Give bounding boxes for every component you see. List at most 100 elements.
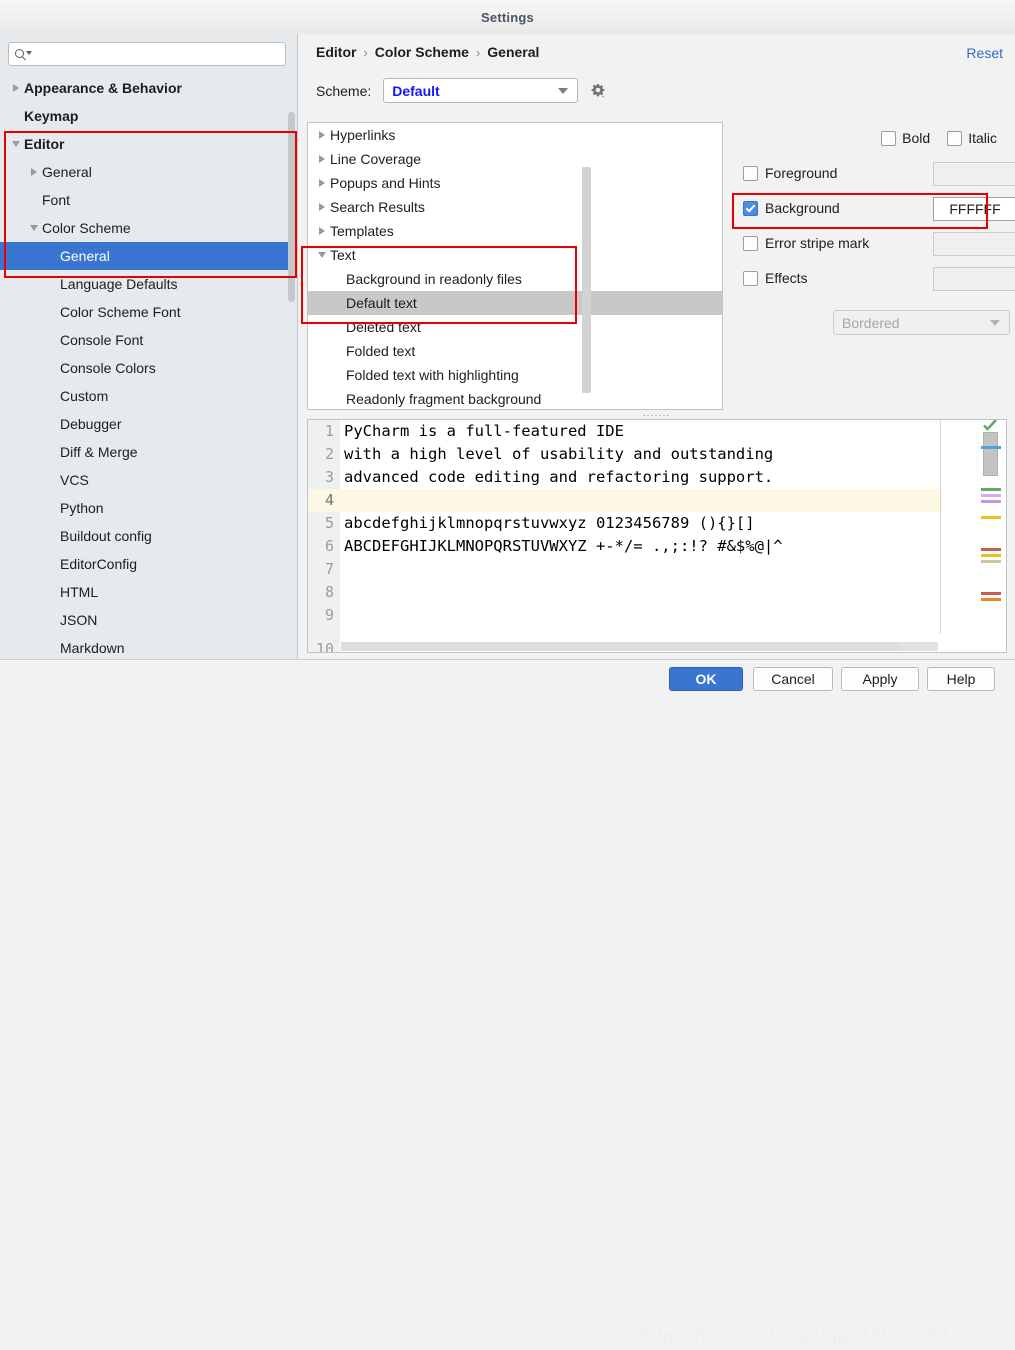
error-stripe-mark[interactable] — [981, 494, 1001, 497]
tree-twisty[interactable] — [314, 131, 330, 139]
attributes-scrollbar[interactable] — [582, 167, 592, 439]
tree-twisty[interactable] — [26, 168, 42, 176]
reset-link[interactable]: Reset — [966, 45, 1003, 61]
tree-twisty[interactable] — [8, 141, 24, 147]
sidebar-scrollbar-thumb[interactable] — [288, 112, 295, 302]
chevron-right-icon[interactable] — [319, 131, 325, 139]
tree-twisty[interactable] — [314, 179, 330, 187]
chevron-right-icon[interactable] — [319, 155, 325, 163]
attribute-row[interactable]: Default text — [308, 291, 722, 315]
effects-color-swatch[interactable] — [933, 267, 1015, 291]
editor-line[interactable]: 6 ABCDEFGHIJKLMNOPQRSTUVWXYZ +-*/= .,;:!?… — [308, 535, 942, 558]
attribute-row[interactable]: Folded text with highlighting — [308, 363, 722, 387]
help-button[interactable]: Help — [927, 667, 995, 691]
sidebar-item-general[interactable]: General — [0, 242, 296, 270]
sidebar-item-html[interactable]: HTML — [0, 578, 296, 606]
attribute-row[interactable]: Readonly fragment background — [308, 387, 722, 409]
tree-twisty[interactable] — [314, 155, 330, 163]
chevron-right-icon[interactable] — [319, 203, 325, 211]
error-stripe-mark[interactable] — [981, 560, 1001, 563]
error-stripe-mark[interactable] — [981, 548, 1001, 551]
chevron-right-icon[interactable] — [31, 168, 37, 176]
attribute-row[interactable]: Search Results — [308, 195, 722, 219]
editor-line[interactable]: 5 abcdefghijklmnopqrstuvwxyz 0123456789 (… — [308, 512, 942, 535]
editor-line[interactable]: 3 advanced code editing and refactoring s… — [308, 466, 942, 489]
error-stripe-mark[interactable] — [981, 516, 1001, 519]
editor-line[interactable]: 9 — [308, 604, 942, 627]
color-attributes-tree[interactable]: Hyperlinks Line Coverage Popups and Hints S… — [308, 123, 722, 409]
error-stripe-mark[interactable] — [981, 592, 1001, 595]
editor-line[interactable]: 1 PyCharm is a full-featured IDE — [308, 420, 942, 443]
sidebar-item-console-font[interactable]: Console Font — [0, 326, 296, 354]
sidebar-item-custom[interactable]: Custom — [0, 382, 296, 410]
error-stripe-mark[interactable] — [981, 446, 1001, 449]
editor-line[interactable]: 2 with a high level of usability and outs… — [308, 443, 942, 466]
attribute-row[interactable]: Line Coverage — [308, 147, 722, 171]
background-color-swatch[interactable]: FFFFFF — [933, 197, 1015, 221]
attribute-row[interactable]: Text — [308, 243, 722, 267]
sidebar-item-python[interactable]: Python — [0, 494, 296, 522]
sidebar-item-appearance-behavior[interactable]: Appearance & Behavior — [0, 74, 296, 102]
editor-line[interactable]: 8 — [308, 581, 942, 604]
tree-twisty[interactable] — [26, 225, 42, 231]
editor-line[interactable]: 4 — [308, 489, 942, 512]
attribute-row[interactable]: Folded text — [308, 339, 722, 363]
tree-twisty[interactable] — [8, 84, 24, 92]
sidebar-item-json[interactable]: JSON — [0, 606, 296, 634]
effects-checkbox[interactable] — [743, 270, 758, 286]
sidebar-item-color-scheme[interactable]: Color Scheme — [0, 214, 296, 242]
preview-splitter[interactable] — [307, 412, 1005, 419]
sidebar-item-language-defaults[interactable]: Language Defaults — [0, 270, 296, 298]
attribute-row[interactable]: Deleted text — [308, 315, 722, 339]
editor-scrollbar-thumb[interactable] — [983, 432, 998, 476]
error-stripe-mark[interactable] — [981, 598, 1001, 601]
chevron-down-icon[interactable] — [318, 252, 326, 258]
search-input[interactable] — [8, 42, 286, 66]
sidebar-item-editor[interactable]: Editor — [0, 130, 296, 158]
sidebar-item-debugger[interactable]: Debugger — [0, 410, 296, 438]
error-stripe-mark-color-swatch[interactable] — [933, 232, 1015, 256]
editor-line[interactable]: 7 — [308, 558, 942, 581]
attribute-row[interactable]: Popups and Hints — [308, 171, 722, 195]
sidebar-item-keymap[interactable]: Keymap — [0, 102, 296, 130]
tree-twisty[interactable] — [314, 227, 330, 235]
editor-horizontal-scrollbar[interactable] — [341, 642, 938, 651]
chevron-down-icon[interactable] — [12, 141, 20, 147]
chevron-down-icon[interactable] — [30, 225, 38, 231]
settings-category-tree[interactable]: Appearance & Behavior Keymap Editor General… — [0, 74, 296, 659]
error-stripe-mark-checkbox[interactable] — [743, 235, 758, 251]
sidebar-item-markdown[interactable]: Markdown — [0, 634, 296, 659]
scheme-dropdown[interactable]: Default — [383, 78, 579, 103]
sidebar-item-editorconfig[interactable]: EditorConfig — [0, 550, 296, 578]
sidebar-item-color-scheme-font[interactable]: Color Scheme Font — [0, 298, 296, 326]
cancel-button[interactable]: Cancel — [753, 667, 833, 691]
error-stripe-mark[interactable] — [981, 500, 1001, 503]
bold-checkbox[interactable] — [881, 130, 897, 146]
sidebar-item-diff-merge[interactable]: Diff & Merge — [0, 438, 296, 466]
error-stripe-panel[interactable] — [959, 420, 1005, 634]
attribute-row[interactable]: Hyperlinks — [308, 123, 722, 147]
tree-twisty[interactable] — [314, 252, 330, 258]
attribute-row[interactable]: Background in readonly files — [308, 267, 722, 291]
sidebar-item-console-colors[interactable]: Console Colors — [0, 354, 296, 382]
attribute-row[interactable]: Templates — [308, 219, 722, 243]
editor-code-area[interactable]: 1 PyCharm is a full-featured IDE 2 with a h… — [308, 420, 942, 634]
sidebar-item-font[interactable]: Font — [0, 186, 296, 214]
ok-button[interactable]: OK — [669, 667, 743, 691]
chevron-right-icon[interactable] — [13, 84, 19, 92]
error-stripe-mark[interactable] — [981, 488, 1001, 491]
sidebar-item-buildout-config[interactable]: Buildout config — [0, 522, 296, 550]
foreground-color-swatch[interactable] — [933, 162, 1015, 186]
preview-editor[interactable]: 1 PyCharm is a full-featured IDE 2 with a h… — [307, 419, 1007, 653]
tree-twisty[interactable] — [314, 203, 330, 211]
apply-button[interactable]: Apply — [841, 667, 919, 691]
effects-type-dropdown[interactable]: Bordered — [833, 310, 1010, 335]
attributes-scrollbar-thumb[interactable] — [582, 167, 591, 393]
sidebar-item-vcs[interactable]: VCS — [0, 466, 296, 494]
gear-icon[interactable] — [590, 83, 606, 99]
italic-checkbox[interactable] — [947, 130, 963, 146]
editor-horizontal-scrollbar-thumb[interactable] — [341, 642, 901, 651]
chevron-right-icon[interactable] — [319, 227, 325, 235]
chevron-right-icon[interactable] — [319, 179, 325, 187]
sidebar-scrollbar[interactable] — [288, 82, 295, 642]
